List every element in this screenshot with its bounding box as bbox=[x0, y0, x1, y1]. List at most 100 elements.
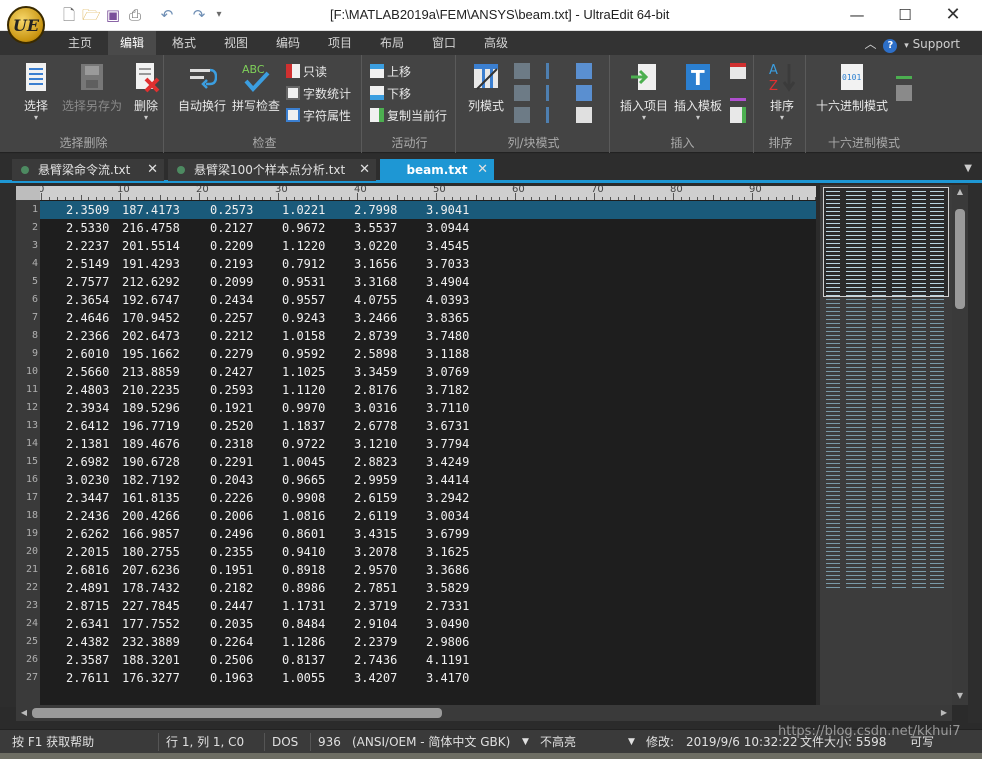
word-count-button[interactable]: 字数统计 bbox=[286, 84, 351, 104]
tab-layout[interactable]: 布局 bbox=[368, 31, 416, 55]
line-number[interactable]: 8 bbox=[16, 330, 38, 341]
line-number[interactable]: 22 bbox=[16, 582, 38, 593]
text-line[interactable]: 2.3587 188.3201 0.2506 0.8137 2.7436 4.1191 bbox=[40, 651, 816, 669]
text-line[interactable]: 2.6010 195.1662 0.2279 0.9592 2.5898 3.1188 bbox=[40, 345, 816, 363]
sort-button[interactable]: AZ 排序 ▾ bbox=[756, 61, 808, 122]
tab-edit[interactable]: 编辑 bbox=[108, 31, 156, 55]
select-button[interactable]: 选择 ▾ bbox=[10, 61, 62, 122]
encoding-dropdown-icon[interactable]: ▼ bbox=[522, 730, 529, 754]
column-tool-1-icon[interactable] bbox=[514, 63, 530, 79]
hex-copy-icon[interactable] bbox=[896, 85, 912, 101]
line-number[interactable]: 16 bbox=[16, 474, 38, 485]
scroll-left-icon[interactable]: ◀ bbox=[16, 706, 32, 720]
line-number[interactable]: 23 bbox=[16, 600, 38, 611]
tab-format[interactable]: 格式 bbox=[160, 31, 208, 55]
line-number[interactable]: 26 bbox=[16, 654, 38, 665]
text-line[interactable]: 2.2237 201.5514 0.2209 1.1220 3.0220 3.4545 bbox=[40, 237, 816, 255]
text-line[interactable]: 2.4891 178.7432 0.2182 0.8986 2.7851 3.5829 bbox=[40, 579, 816, 597]
file-tab-cantilever-analysis[interactable]: 悬臂梁100个样本点分析.txt ✕ bbox=[168, 159, 376, 181]
status-cursor-position[interactable]: 行 1, 列 1, C0 bbox=[166, 730, 244, 754]
scroll-down-icon[interactable]: ▼ bbox=[952, 689, 968, 703]
delete-button[interactable]: 删除 ▾ bbox=[120, 61, 172, 122]
current-line[interactable]: 2.3509 187.4173 0.2573 1.0221 2.7998 3.9041 bbox=[40, 201, 816, 219]
column-tool-9-icon[interactable] bbox=[576, 107, 592, 123]
text-line[interactable]: 2.2436 200.4266 0.2006 1.0816 2.6119 3.0034 bbox=[40, 507, 816, 525]
text-line[interactable]: 2.5330 216.4758 0.2127 0.9672 3.5537 3.0944 bbox=[40, 219, 816, 237]
text-line[interactable]: 2.4803 210.2235 0.2593 1.1120 2.8176 3.7182 bbox=[40, 381, 816, 399]
column-mode-button[interactable]: 列模式 bbox=[460, 61, 512, 114]
help-icon[interactable]: ? bbox=[883, 39, 898, 53]
tab-list-dropdown-icon[interactable]: ▼ bbox=[964, 163, 972, 174]
highlight-dropdown-icon[interactable]: ▼ bbox=[628, 730, 635, 754]
support-area[interactable]: ︿ ? ▾ Support bbox=[865, 35, 960, 53]
line-number[interactable]: 6 bbox=[16, 294, 38, 305]
char-props-button[interactable]: 字符属性 bbox=[286, 106, 351, 126]
status-encoding[interactable]: (ANSI/OEM - 简体中文 GBK) bbox=[352, 730, 510, 754]
tab-window[interactable]: 窗口 bbox=[420, 31, 468, 55]
app-logo[interactable]: UE bbox=[7, 6, 45, 44]
move-down-button[interactable]: 下移 bbox=[370, 84, 411, 104]
text-line[interactable]: 2.6982 190.6728 0.2291 1.0045 2.8823 3.4249 bbox=[40, 453, 816, 471]
line-number[interactable]: 13 bbox=[16, 420, 38, 431]
copy-line-button[interactable]: 复制当前行 bbox=[370, 106, 447, 126]
line-number[interactable]: 3 bbox=[16, 240, 38, 251]
line-number[interactable]: 18 bbox=[16, 510, 38, 521]
column-tool-3-icon[interactable] bbox=[514, 107, 530, 123]
column-tool-8-icon[interactable] bbox=[576, 85, 592, 101]
horizontal-scroll-thumb[interactable] bbox=[32, 708, 442, 718]
status-highlight[interactable]: 不高亮 bbox=[540, 730, 576, 754]
file-tab-beam[interactable]: beam.txt ✕ bbox=[380, 159, 494, 181]
save-icon[interactable]: ▣ bbox=[104, 6, 122, 24]
new-file-icon[interactable]: 🗋 bbox=[60, 6, 78, 24]
collapse-ribbon-icon[interactable]: ︿ bbox=[865, 37, 877, 51]
tab-view[interactable]: 视图 bbox=[212, 31, 260, 55]
column-tool-2-icon[interactable] bbox=[514, 85, 530, 101]
vertical-scroll-thumb[interactable] bbox=[955, 209, 965, 309]
file-tab-cantilever-command[interactable]: 悬臂梁命令流.txt ✕ bbox=[12, 159, 164, 181]
line-number[interactable]: 21 bbox=[16, 564, 38, 575]
scroll-right-icon[interactable]: ▶ bbox=[936, 706, 952, 720]
quick-access-dropdown-icon[interactable]: ▾ bbox=[210, 6, 228, 24]
tab-project[interactable]: 项目 bbox=[316, 31, 364, 55]
auto-wrap-button[interactable]: 自动换行 bbox=[174, 61, 230, 114]
line-number[interactable]: 7 bbox=[16, 312, 38, 323]
text-line[interactable]: 3.0230 182.7192 0.2043 0.9665 2.9959 3.4414 bbox=[40, 471, 816, 489]
maximize-button[interactable]: ☐ bbox=[882, 0, 928, 30]
text-line[interactable]: 2.4646 170.9452 0.2257 0.9243 3.2466 3.8365 bbox=[40, 309, 816, 327]
insert-item-button[interactable]: 插入项目 ▾ bbox=[616, 61, 672, 122]
open-folder-icon[interactable]: 🗁 bbox=[82, 6, 101, 24]
read-only-button[interactable]: 只读 bbox=[286, 62, 327, 82]
text-line[interactable]: 2.6341 177.7552 0.2035 0.8484 2.9104 3.0490 bbox=[40, 615, 816, 633]
line-number[interactable]: 15 bbox=[16, 456, 38, 467]
line-number[interactable]: 17 bbox=[16, 492, 38, 503]
undo-icon[interactable]: ↶ bbox=[158, 6, 176, 24]
text-line[interactable]: 2.6816 207.6236 0.1951 0.8918 2.9570 3.3686 bbox=[40, 561, 816, 579]
line-number[interactable]: 12 bbox=[16, 402, 38, 413]
line-number[interactable]: 14 bbox=[16, 438, 38, 449]
status-codepage[interactable]: 936 bbox=[318, 730, 341, 754]
column-tool-7-icon[interactable] bbox=[576, 63, 592, 79]
text-line[interactable]: 2.7577 212.6292 0.2099 0.9531 3.3168 3.4904 bbox=[40, 273, 816, 291]
text-line[interactable]: 2.4382 232.3889 0.2264 1.1286 2.2379 2.9806 bbox=[40, 633, 816, 651]
line-number[interactable]: 10 bbox=[16, 366, 38, 377]
status-line-ending[interactable]: DOS bbox=[272, 730, 298, 754]
line-number[interactable]: 19 bbox=[16, 528, 38, 539]
text-line[interactable]: 2.6262 166.9857 0.2496 0.8601 3.4315 3.6799 bbox=[40, 525, 816, 543]
text-line[interactable]: 2.2366 202.6473 0.2212 1.0158 2.8739 3.7480 bbox=[40, 327, 816, 345]
vertical-scrollbar[interactable]: ▲ ▼ bbox=[952, 185, 968, 705]
line-number[interactable]: 5 bbox=[16, 276, 38, 287]
tab-encoding[interactable]: 编码 bbox=[264, 31, 312, 55]
insert-file-icon[interactable] bbox=[730, 107, 746, 123]
line-number[interactable]: 20 bbox=[16, 546, 38, 557]
text-line[interactable]: 2.8715 227.7845 0.2447 1.1731 2.3719 2.7331 bbox=[40, 597, 816, 615]
text-line[interactable]: 2.5660 213.8859 0.2427 1.1025 3.3459 3.0769 bbox=[40, 363, 816, 381]
scroll-up-icon[interactable]: ▲ bbox=[952, 185, 968, 199]
insert-template-button[interactable]: T 插入模板 ▾ bbox=[670, 61, 726, 122]
text-line[interactable]: 2.2015 180.2755 0.2355 0.9410 3.2078 3.1625 bbox=[40, 543, 816, 561]
horizontal-scrollbar[interactable]: ◀ ▶ bbox=[16, 705, 952, 721]
column-tool-5-icon[interactable] bbox=[546, 85, 562, 101]
insert-color-icon[interactable] bbox=[730, 85, 746, 101]
insert-date-icon[interactable] bbox=[730, 63, 746, 79]
file-tab-close-icon[interactable]: ✕ bbox=[477, 159, 488, 181]
file-tab-close-icon[interactable]: ✕ bbox=[147, 159, 158, 181]
